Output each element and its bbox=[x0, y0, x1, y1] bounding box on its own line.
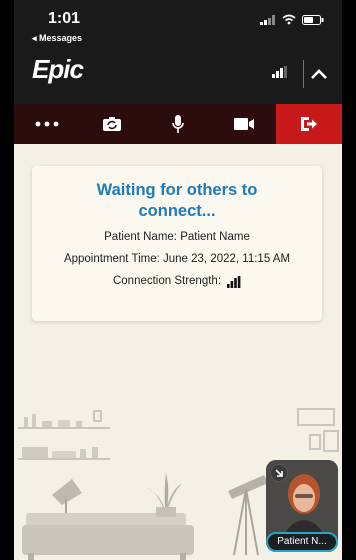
collapse-button[interactable] bbox=[306, 60, 332, 88]
waiting-title: Waiting for others to connect... bbox=[96, 181, 258, 220]
signal-bars-icon bbox=[227, 276, 241, 288]
connection-strength-label: Connection Strength: bbox=[112, 275, 222, 287]
video-button[interactable] bbox=[211, 104, 277, 144]
camera-switch-icon bbox=[103, 117, 122, 131]
status-icons bbox=[260, 14, 324, 25]
minimize-self-view-button[interactable] bbox=[270, 464, 288, 482]
appointment-time-line: Appointment Time: June 23, 2022, 11:15 A… bbox=[63, 253, 291, 265]
cellular-signal-icon bbox=[260, 14, 275, 25]
flip-camera-button[interactable] bbox=[80, 104, 146, 144]
microphone-icon bbox=[172, 115, 184, 133]
self-name-label: Patient N... bbox=[266, 532, 338, 552]
exit-icon bbox=[301, 117, 318, 131]
back-to-messages-link[interactable]: ◂ Messages bbox=[32, 33, 82, 44]
ellipsis-icon bbox=[35, 121, 59, 127]
connection-strength-line: Connection Strength: bbox=[32, 275, 322, 288]
video-visit-screen: 1:01 ◂ Messages Epic Waiting for others … bbox=[14, 0, 342, 560]
phone-frame: 1:01 ◂ Messages Epic Waiting for others … bbox=[0, 0, 356, 560]
connection-strength-icon bbox=[272, 66, 287, 78]
more-options-button[interactable] bbox=[14, 104, 80, 144]
header-divider bbox=[303, 60, 304, 88]
waiting-card: Waiting for others to connect... Patient… bbox=[32, 166, 322, 321]
battery-icon bbox=[302, 14, 324, 25]
video-camera-icon bbox=[233, 118, 254, 130]
chevron-up-icon bbox=[311, 69, 327, 79]
leave-call-button[interactable] bbox=[276, 104, 342, 144]
patient-name-line: Patient Name: Patient Name bbox=[104, 231, 250, 243]
wifi-icon bbox=[282, 14, 296, 25]
status-time: 1:01 bbox=[48, 10, 81, 27]
epic-logo: Epic bbox=[32, 54, 84, 84]
call-toolbar bbox=[14, 104, 342, 144]
self-video-tile[interactable]: Patient N... bbox=[266, 460, 338, 552]
arrow-down-left-icon bbox=[275, 469, 283, 477]
app-header: 1:01 ◂ Messages Epic bbox=[14, 0, 342, 104]
microphone-button[interactable] bbox=[145, 104, 211, 144]
